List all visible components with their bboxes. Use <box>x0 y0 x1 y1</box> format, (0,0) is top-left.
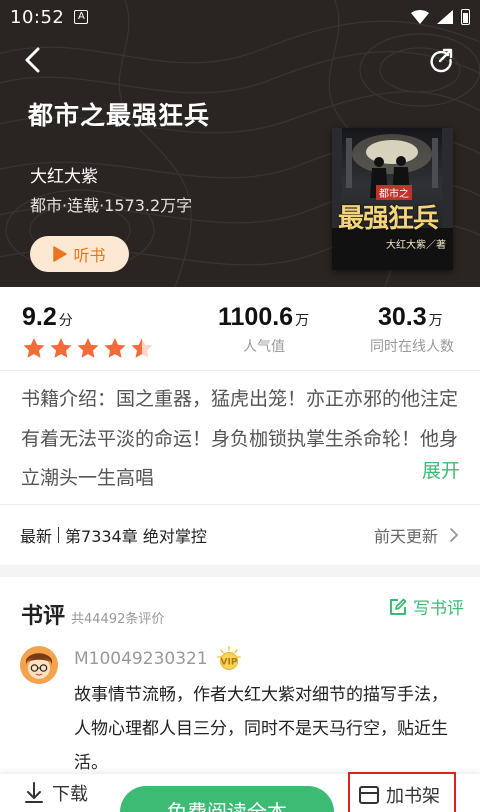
star-icon <box>104 338 126 358</box>
status-icons <box>411 9 470 25</box>
review-username[interactable]: M10049230321 <box>74 649 208 669</box>
reviews-count: 共44492条评价 <box>71 612 165 627</box>
avatar[interactable] <box>20 646 58 684</box>
popularity-value: 1100.6 <box>218 303 294 331</box>
vip-badge-text: VIP <box>221 658 238 668</box>
popularity-stat: 1100.6 万 人气值 <box>218 303 328 356</box>
online-label: 同时在线人数 <box>370 339 454 355</box>
write-review-button[interactable]: 写书评 <box>389 594 464 619</box>
rating-unit: 分 <box>58 313 73 329</box>
add-to-shelf-button[interactable]: 加书架 <box>348 772 456 812</box>
share-icon[interactable] <box>428 47 454 73</box>
book-title: 都市之最强狂兵 <box>28 101 211 130</box>
download-icon <box>25 782 43 803</box>
book-stats: 9.2 分 1100.6 万 人气值 30.3 万 同时在线人数 <box>0 287 480 370</box>
download-label: 下载 <box>52 784 88 805</box>
popularity-unit: 万 <box>295 313 310 329</box>
listen-button[interactable]: 听书 <box>30 236 129 272</box>
edit-icon <box>390 598 407 615</box>
reviews-title: 书评 <box>21 604 66 629</box>
add-shelf-content: 加书架 <box>358 782 440 808</box>
add-shelf-label: 加书架 <box>386 786 440 807</box>
status-bar: 10:52 A <box>0 0 480 34</box>
write-review-label: 写书评 <box>413 599 464 619</box>
star-icon <box>50 338 72 358</box>
vip-badge-icon: VIP <box>217 646 241 671</box>
latest-chapter-row[interactable]: 最新 第7334章 绝对掌控 前天更新 <box>0 505 480 565</box>
battery-icon <box>461 9 470 25</box>
wifi-icon <box>411 10 429 24</box>
back-arrow-icon[interactable] <box>18 44 50 76</box>
star-icon <box>131 338 153 358</box>
book-cover[interactable]: 都市之 最强狂兵 大红大紫／著 <box>332 128 453 270</box>
popularity-label: 人气值 <box>243 339 285 355</box>
star-icon <box>77 338 99 358</box>
latest-chapter-title: 第7334章 绝对掌控 <box>65 527 207 546</box>
latest-label: 最新 <box>20 527 53 546</box>
online-unit: 万 <box>428 313 443 329</box>
online-value: 30.3 <box>378 303 427 331</box>
book-meta: 都市·连载·1573.2万字 <box>30 196 193 215</box>
cover-title: 最强狂兵 <box>338 204 439 234</box>
bottom-action-bar: 下载 免费阅读全本 加书架 <box>0 772 480 812</box>
status-time: 10:52 <box>10 6 65 28</box>
signal-icon <box>437 10 453 24</box>
expand-intro-button[interactable]: 展开 <box>422 456 460 483</box>
book-intro: 书籍介绍：国之重器，猛虎出笼！亦正亦邪的他注定有着无法平淡的命运！身负枷锁执掌生… <box>21 388 459 489</box>
online-stat: 30.3 万 同时在线人数 <box>370 303 470 356</box>
rating-stat: 9.2 分 <box>22 303 154 359</box>
book-author[interactable]: 大红大紫 <box>30 162 98 187</box>
book-header: 10:52 A 都市之最强狂兵 大红大紫 都市·连载·1573.2万字 听书 都… <box>0 0 480 287</box>
cover-author: 大红大紫／著 <box>386 240 446 251</box>
download-button[interactable]: 下载 <box>24 780 88 806</box>
section-gap <box>0 565 480 577</box>
latest-separator <box>58 527 60 543</box>
bookshelf-icon <box>359 786 379 804</box>
listen-label: 听书 <box>73 246 106 265</box>
notification-a-icon: A <box>74 10 89 24</box>
chevron-right-icon <box>450 528 458 542</box>
free-read-button[interactable]: 免费阅读全本 <box>120 786 334 812</box>
star-icon <box>23 338 45 358</box>
reviews-header: 书评 共44492条评价 <box>21 598 164 630</box>
review-text: 故事情节流畅，作者大红大紫对细节的描写手法，人物心理都人目三分，同时不是天马行空… <box>74 685 448 773</box>
rating-value: 9.2 <box>22 303 57 331</box>
divider <box>0 370 480 371</box>
avatar-image <box>20 646 58 684</box>
play-icon <box>53 246 68 262</box>
rating-stars <box>22 337 154 359</box>
latest-update-time: 前天更新 <box>373 527 438 546</box>
